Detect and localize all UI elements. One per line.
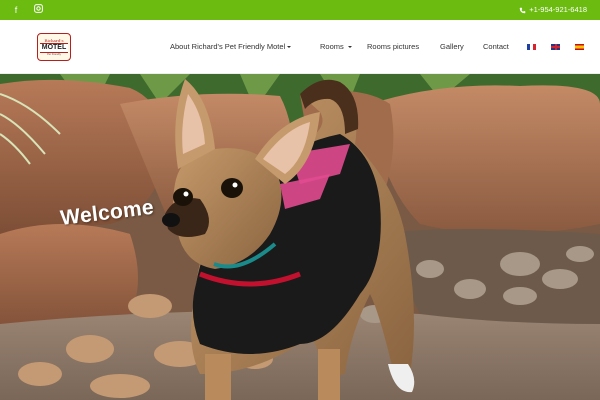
instagram-icon[interactable] [32,4,44,16]
chevron-down-icon [347,46,352,49]
nav-item-rooms-pictures[interactable]: Rooms pictures [367,39,419,55]
facebook-icon[interactable]: f [10,4,22,16]
flag-es-icon[interactable] [575,44,584,50]
nav-item-about[interactable]: About Richard's Pet Friendly Motel [170,39,292,55]
chevron-down-icon [287,46,292,49]
nav-item-label: Rooms pictures [367,42,420,51]
flag-en-icon[interactable] [551,44,560,50]
hero-image [0,74,600,400]
nav-item-label: Contact [483,42,509,51]
top-bar: f +1-954-921-6418 [0,0,600,20]
social-links: f [10,4,44,16]
nav-item-label: Rooms [320,42,344,51]
nav-item-rooms[interactable]: Rooms [320,39,352,55]
hero-banner: Welcome [0,74,600,400]
flag-fr-icon[interactable] [527,44,536,50]
nav-item-label: Gallery [440,42,464,51]
main-navigation: Richard's MOTEL Pet Friendly About Richa… [0,20,600,74]
phone-number[interactable]: +1-954-921-6418 [519,4,587,16]
nav-item-label: About Richard's Pet Friendly Motel [170,42,286,51]
phone-text[interactable]: +1-954-921-6418 [529,4,587,16]
nav-menu: About Richard's Pet Friendly Motel Rooms… [0,39,600,55]
nav-item-gallery[interactable]: Gallery [440,39,464,55]
phone-icon [519,7,526,13]
nav-item-contact[interactable]: Contact [483,39,509,55]
